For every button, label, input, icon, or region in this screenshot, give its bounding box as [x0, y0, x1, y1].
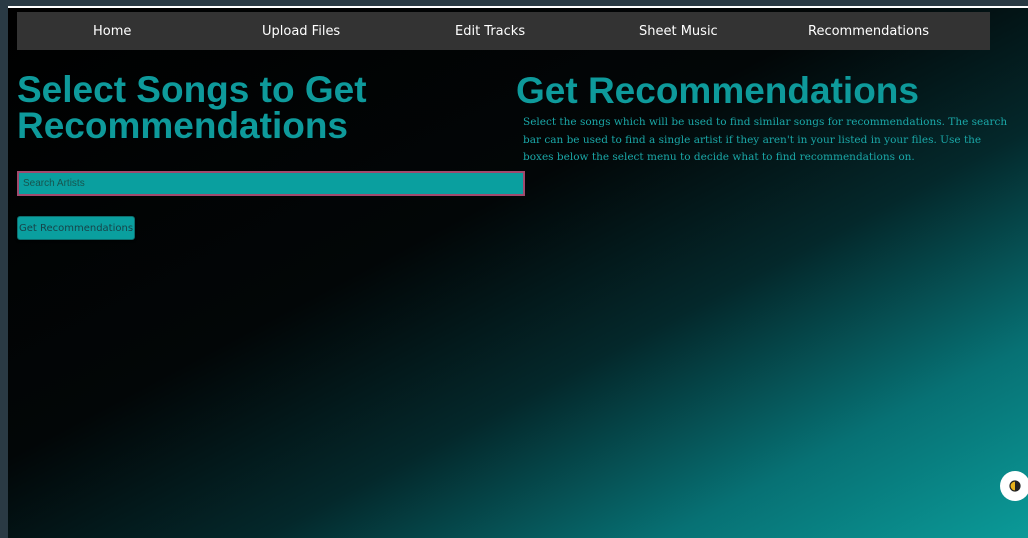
page-background: Home Upload Files Edit Tracks Sheet Musi…: [8, 6, 1028, 538]
contrast-icon: [1009, 480, 1021, 492]
search-artists-input[interactable]: [17, 171, 525, 196]
nav-home-link[interactable]: Home: [93, 24, 131, 39]
nav-upload-files-link[interactable]: Upload Files: [262, 24, 340, 39]
nav-sheet-music-link[interactable]: Sheet Music: [639, 24, 718, 39]
select-songs-title: Select Songs to Get Recommendations: [17, 69, 367, 146]
nav-recommendations-link[interactable]: Recommendations: [808, 24, 929, 39]
theme-toggle-button[interactable]: [1000, 471, 1028, 501]
get-recommendations-title: Get Recommendations: [516, 70, 919, 111]
nav-edit-tracks-link[interactable]: Edit Tracks: [455, 24, 525, 39]
get-recommendations-button[interactable]: Get Recommendations: [17, 216, 135, 240]
recommendations-description: Select the songs which will be used to f…: [523, 116, 1008, 163]
navbar: Home Upload Files Edit Tracks Sheet Musi…: [17, 12, 990, 50]
